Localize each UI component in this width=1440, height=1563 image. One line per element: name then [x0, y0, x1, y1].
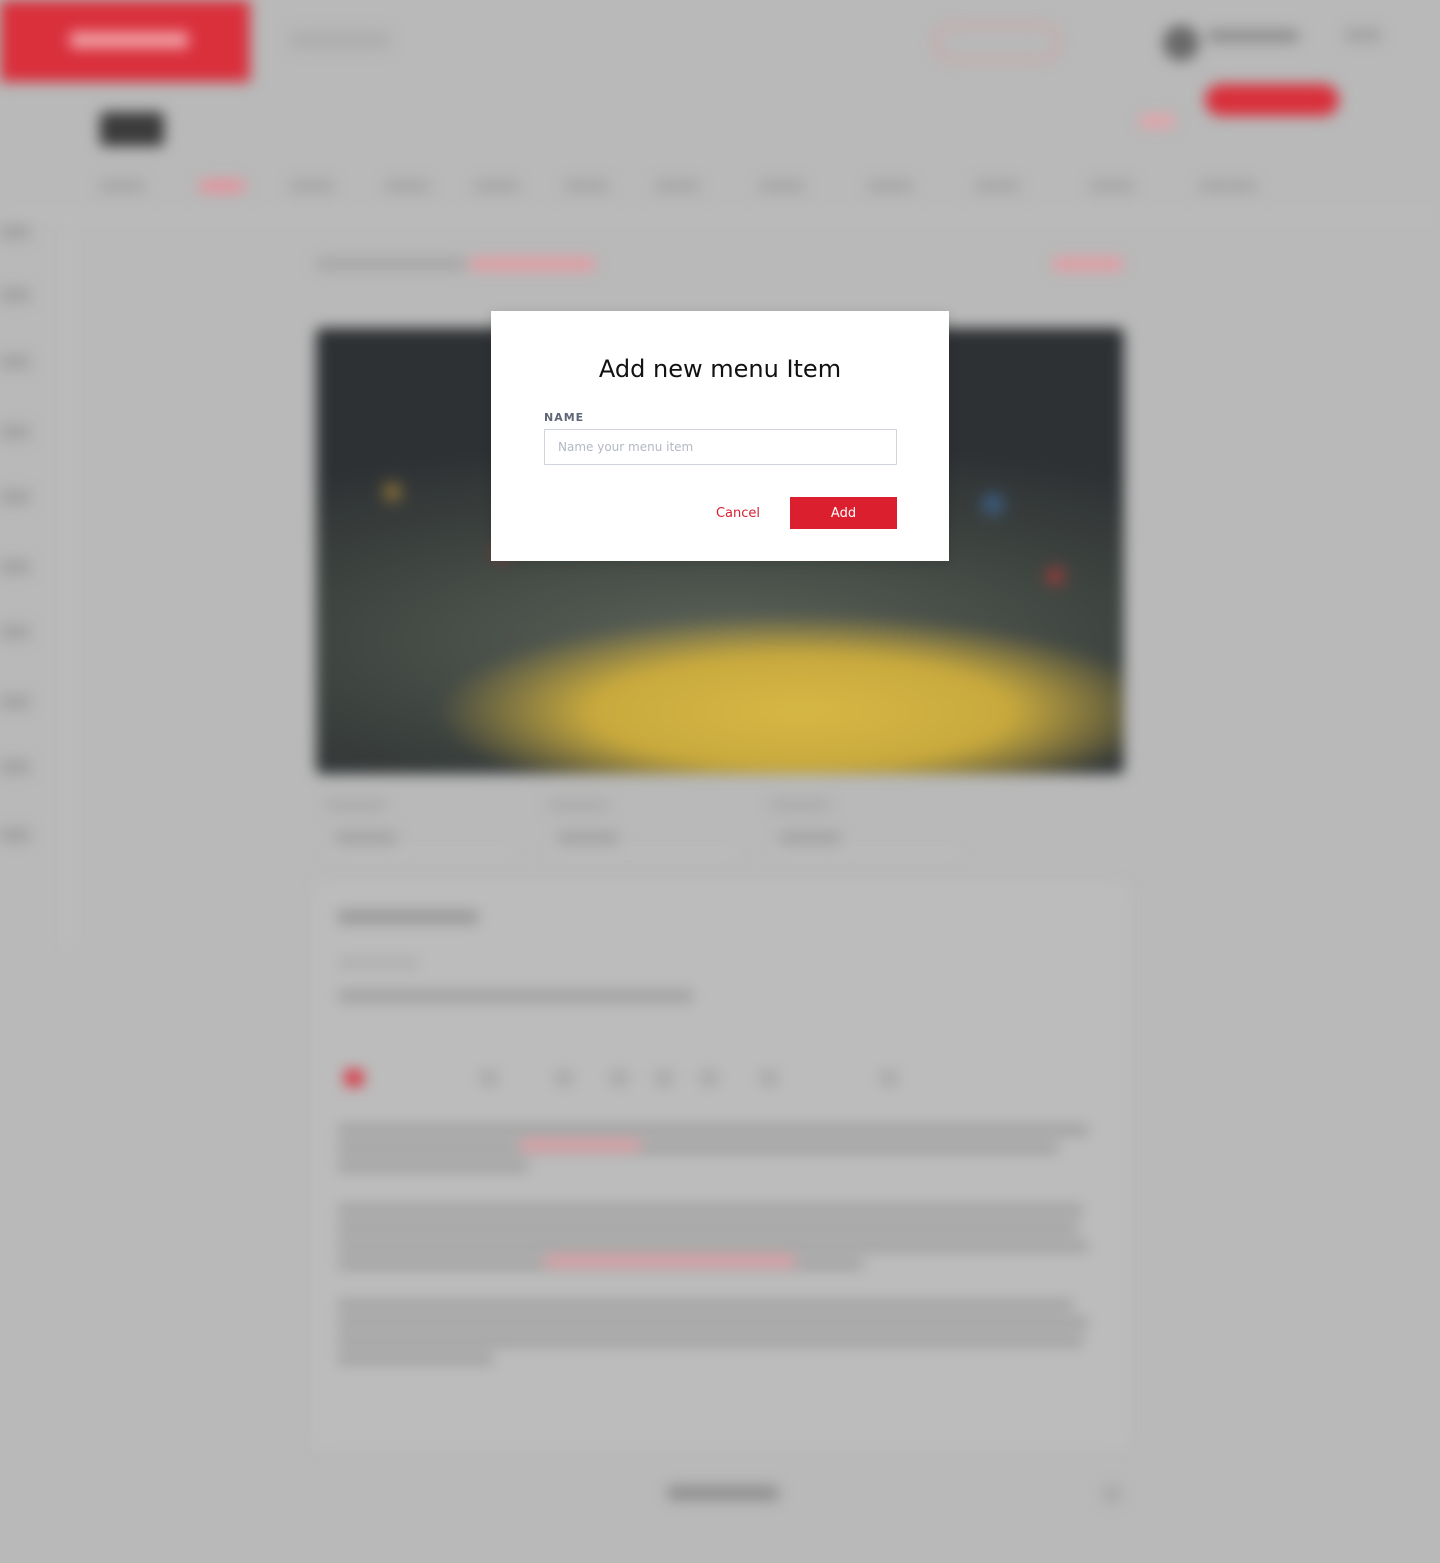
nav-item-blur: [868, 180, 912, 192]
menu-item-name-input[interactable]: [544, 429, 897, 465]
nav-item-active-blur: [200, 180, 244, 192]
meta-value-blur: [780, 832, 840, 844]
text-line-blur: [338, 1336, 1083, 1346]
nav-item-blur: [655, 180, 699, 192]
sidebar-item-blur: [0, 425, 30, 439]
top-search-blur: [290, 30, 390, 50]
text-line-blur: [338, 1354, 493, 1364]
text-line-blur: [338, 1161, 528, 1171]
add-button[interactable]: Add: [790, 497, 897, 529]
toolbar-icon-blur: [880, 1070, 898, 1086]
sidebar-item-blur: [0, 828, 30, 842]
sidebar-item-blur: [0, 695, 30, 709]
nav-item-blur: [760, 180, 804, 192]
sidebar-item-blur: [0, 560, 30, 574]
primary-button-blur: [1205, 84, 1339, 116]
text-line-blur: [338, 1125, 1088, 1135]
sidebar-item-blur: [0, 355, 30, 369]
dialog-title: Add new menu Item: [598, 355, 842, 383]
sidebar-item-blur: [0, 225, 30, 239]
name-field-label: NAME: [544, 411, 585, 424]
nav-item-blur: [1090, 180, 1134, 192]
sidebar-item-blur: [0, 490, 30, 504]
nav-item-blur: [565, 180, 609, 192]
text-line-blur: [338, 1241, 1088, 1251]
add-menu-item-dialog: Add new menu Item NAME Cancel Add: [491, 311, 949, 561]
text-line-blur: [338, 1318, 1088, 1328]
toolbar-icon-blur: [760, 1070, 778, 1086]
nav-item-blur: [385, 180, 429, 192]
sidebar-item-blur: [0, 288, 30, 302]
text-line-blur: [338, 1205, 1083, 1215]
toolbar-icon-blur: [655, 1070, 673, 1086]
text-line-blur: [338, 1223, 1078, 1233]
nav-item-blur: [975, 180, 1019, 192]
footer-icon: [1102, 1484, 1122, 1504]
avatar: [1163, 25, 1199, 61]
text-link-blur: [545, 1256, 795, 1266]
red-link-blur: [1140, 115, 1174, 127]
blurred-background-page: [0, 0, 1440, 1563]
text-line-blur: [338, 1143, 1058, 1153]
meta-label-blur: [770, 800, 830, 810]
nav-item-blur: [290, 180, 334, 192]
card-line-blur: [338, 990, 693, 1002]
sidebar-item-blur: [0, 625, 30, 639]
toolbar-icon-blur: [610, 1070, 628, 1086]
meta-label-blur: [326, 800, 386, 810]
logo: [100, 112, 164, 146]
nav-item-blur: [1200, 180, 1256, 192]
toolbar-icon-blur: [700, 1070, 718, 1086]
nav-item-blur: [475, 180, 519, 192]
sidebar-item-blur: [0, 760, 30, 774]
nav-divider: [0, 215, 1440, 217]
meta-value-blur: [558, 832, 618, 844]
footer-text-blur: [668, 1486, 778, 1500]
text-link-blur: [520, 1140, 640, 1150]
breadcrumb-blur: [316, 258, 466, 270]
card-title-blur: [338, 910, 478, 924]
meta-label-blur: [548, 800, 608, 810]
top-menu-blur: [1345, 28, 1381, 42]
toolbar-icon-blur: [345, 1070, 363, 1086]
toolbar-icon-blur: [480, 1070, 498, 1086]
brand-text-blur: [70, 32, 188, 48]
meta-value-blur: [336, 832, 396, 844]
outline-pill-button-blur: [935, 24, 1059, 60]
card-subtitle-blur: [338, 958, 418, 968]
breadcrumb-active-blur: [470, 258, 595, 270]
user-name-blur: [1208, 30, 1298, 42]
cancel-button[interactable]: Cancel: [704, 497, 772, 529]
toolbar-icon-blur: [555, 1070, 573, 1086]
header-link-blur: [1053, 258, 1123, 270]
sidebar-divider: [68, 230, 70, 950]
nav-item-blur: [100, 180, 144, 192]
text-line-blur: [338, 1300, 1073, 1310]
